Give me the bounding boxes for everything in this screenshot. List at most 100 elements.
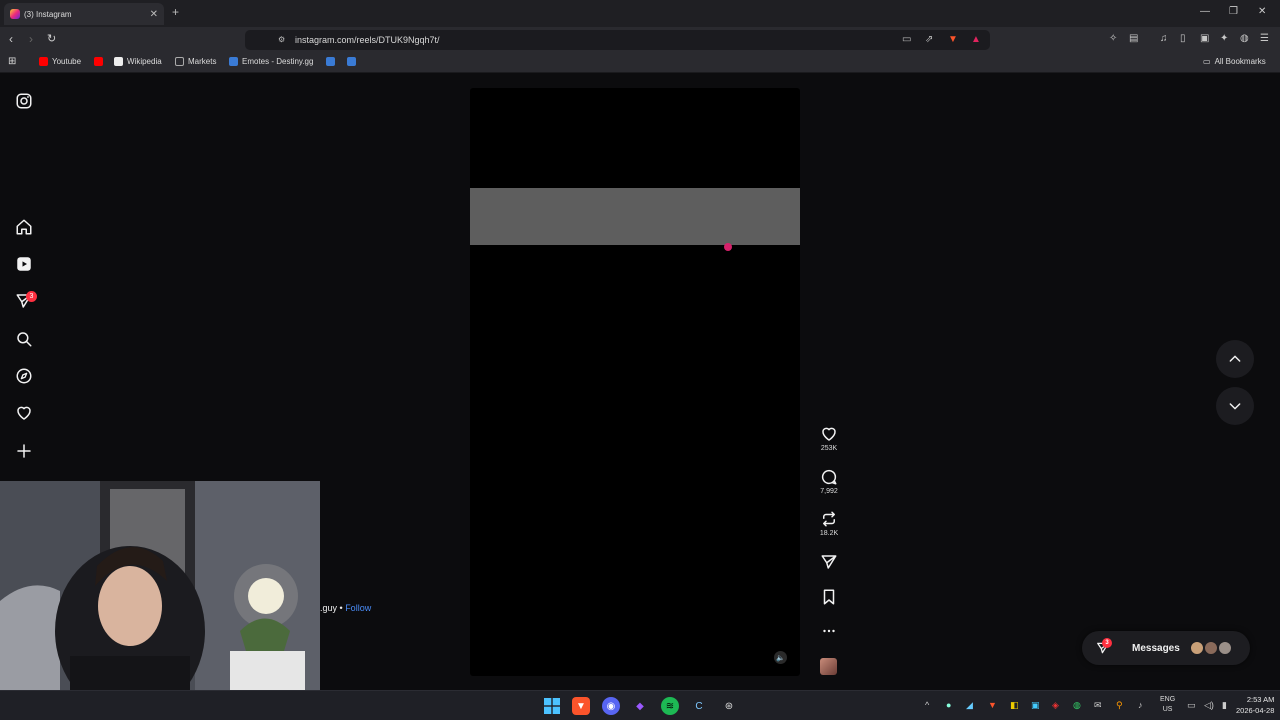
- close-window-icon[interactable]: ✕: [1258, 6, 1266, 17]
- bookmark-destiny-2[interactable]: [326, 57, 339, 66]
- apps-grid-icon[interactable]: ⊞: [8, 56, 16, 67]
- mute-toggle-icon[interactable]: 🔈: [774, 651, 787, 664]
- windows-start-icon[interactable]: [543, 697, 561, 715]
- bookmark-youtube-2[interactable]: [94, 57, 107, 66]
- new-tab-icon[interactable]: +: [172, 5, 179, 19]
- explore-compass-icon[interactable]: [14, 366, 34, 386]
- wikipedia-icon: [114, 57, 123, 66]
- site-info-icon[interactable]: ⚙: [278, 35, 285, 44]
- wallet-icon[interactable]: ▣: [1200, 33, 1209, 44]
- obsidian-icon[interactable]: ◆: [631, 697, 649, 715]
- bookmark-label: Markets: [188, 57, 217, 66]
- webcam-overlay: [0, 481, 320, 690]
- tab-search-icon[interactable]: ▤: [1129, 33, 1138, 44]
- brave-browser-icon[interactable]: ▼: [572, 697, 590, 715]
- leo-ai-icon[interactable]: ✦: [1220, 33, 1228, 44]
- brave-shields-icon[interactable]: ▼: [948, 34, 958, 45]
- share-icon[interactable]: ⇗: [925, 34, 933, 45]
- language-indicator[interactable]: ENG US: [1160, 695, 1175, 715]
- minimize-icon[interactable]: —: [1200, 6, 1210, 17]
- cast-icon[interactable]: ▭: [902, 34, 911, 45]
- browser-tab-instagram[interactable]: (3) Instagram ✕: [4, 3, 164, 25]
- message-avatar: [1218, 641, 1232, 655]
- menu-icon[interactable]: ☰: [1260, 33, 1269, 44]
- comment-bubble-icon: [821, 469, 837, 485]
- repost-icon: [823, 511, 835, 527]
- folder-icon: ▭: [1203, 57, 1211, 66]
- tray-overflow-icon[interactable]: ^: [925, 700, 929, 710]
- extensions-icon[interactable]: ✧: [1109, 33, 1117, 44]
- messages-button[interactable]: 3 Messages: [1082, 631, 1250, 665]
- clock-time: 2:53 AM: [1246, 695, 1275, 704]
- bookmark-wikipedia[interactable]: Wikipedia: [114, 57, 162, 66]
- reel-video-player[interactable]: 🔈: [470, 88, 800, 676]
- sidebar-icon[interactable]: ▯: [1180, 33, 1186, 44]
- like-count: 253K: [820, 445, 838, 452]
- spotify-icon[interactable]: ≋: [661, 697, 679, 715]
- tray-brave-icon[interactable]: ▼: [988, 700, 997, 710]
- instagram-favicon-icon: [10, 9, 20, 19]
- previous-reel-button[interactable]: [1216, 340, 1254, 378]
- save-button[interactable]: [812, 588, 846, 606]
- bookmark-youtube[interactable]: Youtube: [39, 57, 81, 66]
- bookmark-label: Emotes - Destiny.gg: [242, 57, 314, 66]
- forward-icon[interactable]: ›: [29, 32, 33, 46]
- destiny-icon: [229, 57, 238, 66]
- repost-button[interactable]: 18.2K: [812, 510, 846, 537]
- bookmark-markets[interactable]: Markets: [175, 57, 216, 66]
- more-dots-icon: [823, 629, 835, 633]
- share-button[interactable]: [812, 553, 846, 571]
- like-button[interactable]: 253K: [812, 425, 846, 452]
- notification-badge: 3: [26, 291, 37, 302]
- tray-app-icon[interactable]: ◈: [1052, 700, 1059, 711]
- search-icon[interactable]: [14, 329, 34, 349]
- brave-rewards-icon[interactable]: ▲: [971, 34, 981, 45]
- cursor-app-icon[interactable]: C: [690, 697, 708, 715]
- microphone-icon[interactable]: ♪: [1138, 700, 1143, 710]
- discord-icon[interactable]: ◉: [602, 697, 620, 715]
- steam-icon[interactable]: ⊛: [720, 697, 738, 715]
- bookmark-destiny-3[interactable]: [347, 57, 360, 66]
- repost-count: 18.2K: [819, 530, 839, 537]
- back-icon[interactable]: ‹: [9, 32, 13, 46]
- volume-icon[interactable]: ◁): [1204, 700, 1214, 711]
- reels-icon[interactable]: [14, 254, 34, 274]
- follow-button[interactable]: Follow: [345, 603, 371, 613]
- tray-app-icon[interactable]: ✉: [1094, 700, 1102, 711]
- webcam-feed-image: [0, 481, 320, 690]
- youtube-icon: [94, 57, 103, 66]
- audio-avatar[interactable]: [820, 658, 837, 675]
- vpn-icon[interactable]: ◍: [1240, 33, 1249, 44]
- instagram-logo-icon[interactable]: [14, 91, 34, 111]
- restore-icon[interactable]: ❐: [1229, 6, 1238, 17]
- tray-app-icon[interactable]: ●: [946, 700, 951, 710]
- author-username[interactable]: .guy •: [320, 603, 343, 613]
- tray-app-icon[interactable]: ◢: [966, 700, 973, 711]
- bookmark-emotes-destiny[interactable]: Emotes - Destiny.gg: [229, 57, 313, 66]
- close-tab-icon[interactable]: ✕: [150, 9, 158, 20]
- reload-icon[interactable]: ↻: [47, 32, 56, 45]
- address-bar[interactable]: ⚙ instagram.com/reels/DTUK9Ngqh7t/ ▭ ⇗ ▼…: [245, 30, 990, 50]
- network-icon[interactable]: ▭: [1187, 700, 1196, 711]
- tray-app-icon[interactable]: ⚲: [1116, 700, 1123, 711]
- notifications-heart-icon[interactable]: [14, 403, 34, 423]
- tray-app-icon[interactable]: ◍: [1073, 700, 1081, 711]
- next-reel-button[interactable]: [1216, 387, 1254, 425]
- comment-count: 7,992: [820, 488, 838, 495]
- all-bookmarks[interactable]: ▭ All Bookmarks: [1203, 57, 1266, 66]
- video-gray-band: [470, 188, 800, 245]
- tray-app-icon[interactable]: ◧: [1010, 700, 1019, 711]
- message-avatar: [1204, 641, 1218, 655]
- battery-icon[interactable]: ▮: [1222, 700, 1227, 711]
- chevron-down-icon: [1229, 403, 1241, 410]
- keyboard-region: US: [1162, 706, 1173, 713]
- comment-button[interactable]: 7,992: [812, 468, 846, 495]
- more-options-button[interactable]: [812, 622, 846, 640]
- create-plus-icon[interactable]: [14, 441, 34, 461]
- home-icon[interactable]: [14, 217, 34, 237]
- tray-app-icon[interactable]: ▣: [1031, 700, 1040, 711]
- system-clock[interactable]: 2:53 AM 2026-04-28: [1236, 694, 1274, 716]
- all-bookmarks-label: All Bookmarks: [1214, 57, 1266, 66]
- media-icon[interactable]: ♫: [1160, 33, 1168, 44]
- tab-title: (3) Instagram: [24, 9, 72, 19]
